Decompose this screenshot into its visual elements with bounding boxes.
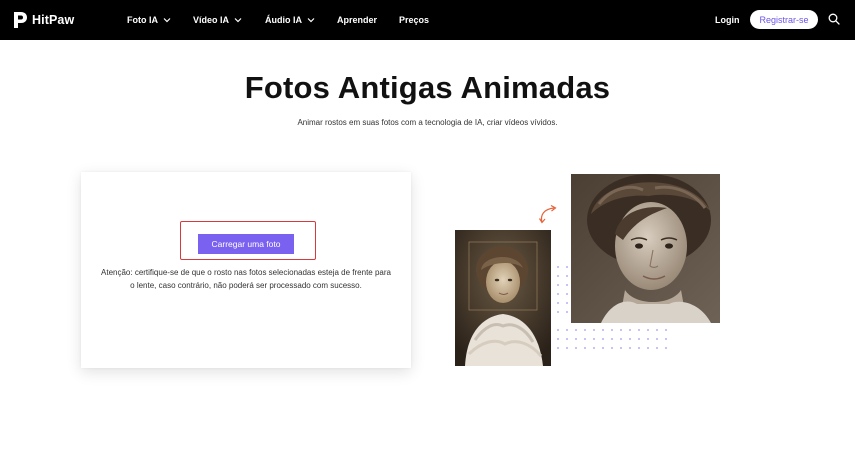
chevron-down-icon	[234, 18, 242, 23]
brand-logo[interactable]: HitPaw	[12, 11, 74, 29]
top-navigation-bar: HitPaw Foto IA Vídeo IA Áudio IA Aprende…	[0, 0, 855, 40]
nav-label: Preços	[399, 15, 430, 25]
nav-label: Aprender	[337, 15, 378, 25]
brand-name: HitPaw	[32, 13, 75, 27]
nav-label: Áudio IA	[265, 15, 302, 25]
nav-label: Foto IA	[127, 15, 158, 25]
hitpaw-logo-icon	[14, 12, 27, 28]
login-link[interactable]: Login	[715, 15, 740, 25]
search-icon[interactable]	[828, 13, 840, 25]
nav-precos[interactable]: Preços	[399, 15, 429, 25]
vintage-photo-original	[455, 230, 551, 366]
upload-notice: Atenção: certifique-se de que o rosto na…	[101, 268, 391, 290]
nav-aprender[interactable]: Aprender	[337, 15, 377, 25]
upload-photo-button[interactable]: Carregar uma foto	[198, 234, 294, 254]
chevron-down-icon	[307, 18, 315, 23]
nav-label: Vídeo IA	[193, 15, 230, 25]
nav-foto-ia[interactable]: Foto IA	[127, 15, 171, 25]
nav-audio-ia[interactable]: Áudio IA	[265, 15, 315, 25]
upload-card: Carregar uma foto Atenção: certifique-se…	[81, 172, 411, 368]
page-subtitle: Animar rostos em suas fotos com a tecnol…	[297, 118, 558, 127]
curved-arrow-icon	[538, 204, 557, 224]
register-button[interactable]: Registrar-se	[750, 10, 818, 29]
nav-video-ia[interactable]: Vídeo IA	[193, 15, 242, 25]
chevron-down-icon	[163, 18, 171, 23]
page-title: Fotos Antigas Animadas	[244, 70, 611, 105]
vintage-photo-animated	[571, 174, 720, 323]
